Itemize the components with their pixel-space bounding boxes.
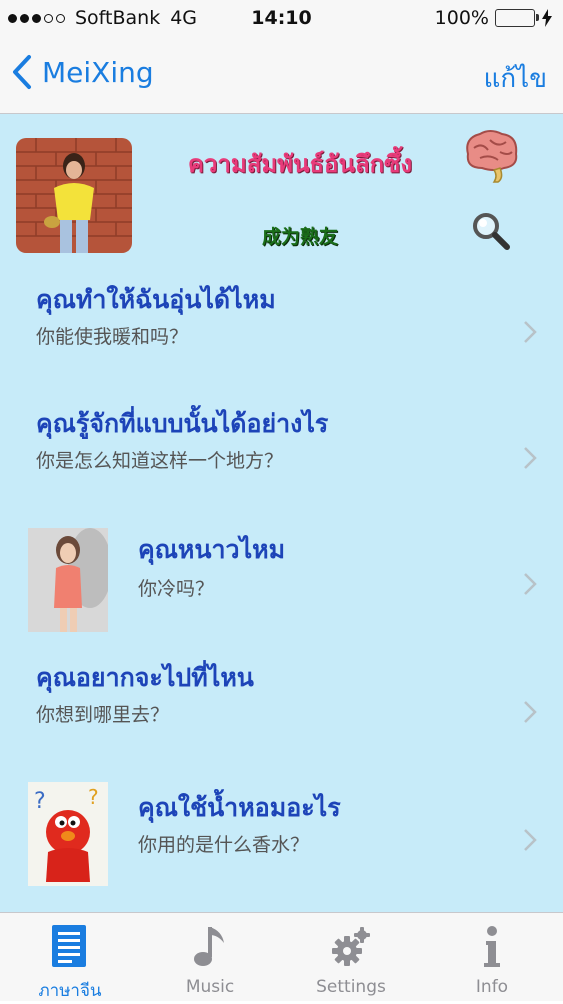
chevron-right-icon (524, 829, 537, 851)
chinese-phrase: 你用的是什么香水？ (138, 834, 310, 856)
thai-phrase: คุณทำให้ฉันอุ่นได้ไหม (36, 285, 276, 314)
battery-percent: 100% (434, 7, 489, 29)
chinese-phrase: 你能使我暖和吗？ (36, 326, 189, 348)
tab-label: Info (475, 977, 509, 997)
chevron-left-icon (13, 55, 31, 89)
svg-text:?: ? (88, 785, 99, 809)
gear-icon (332, 927, 370, 966)
thai-phrase: คุณรู้จักที่แบบนั้นได้อย่างไร (36, 409, 329, 438)
tab-info[interactable]: Info (422, 913, 562, 1001)
status-right: 100% (435, 7, 553, 29)
thai-phrase: คุณหนาวไหม (138, 535, 286, 564)
battery-icon (495, 9, 539, 27)
brain-icon (466, 130, 518, 183)
list-item[interactable]: คุณทำให้ฉันอุ่นได้ไหม 你能使我暖和吗？ (0, 264, 563, 364)
list-item[interactable]: ? ? คุณใช้น้ำหอมอะไร 你用的是什么香水？ (0, 770, 563, 900)
chevron-right-icon (524, 321, 537, 343)
info-icon (484, 926, 500, 967)
tab-thai-chinese[interactable]: ภาษาจีน (0, 913, 140, 1001)
header-subtitle: 成为熟友 (261, 226, 338, 248)
document-list-icon (52, 925, 86, 967)
charging-bolt-icon (542, 9, 552, 27)
tab-settings[interactable]: Settings (281, 913, 421, 1001)
list-item[interactable]: คุณรู้จักที่แบบนั้นได้อย่างไร 你是怎么知道这样一个… (0, 390, 563, 490)
status-bar: SoftBank 4G 14:10 100% (0, 0, 563, 38)
chevron-right-icon (524, 573, 537, 595)
tab-label: Settings (316, 977, 386, 997)
row-thumbnail: ? ? (28, 782, 108, 886)
row-thumbnail (28, 528, 108, 632)
music-note-icon (194, 927, 224, 966)
thai-phrase: คุณอยากจะไปที่ไหน (36, 663, 254, 692)
chinese-phrase: 你是怎么知道这样一个地方？ (36, 450, 284, 472)
search-icon[interactable] (470, 210, 512, 252)
chevron-right-icon (524, 447, 537, 469)
phrase-list: ความสัมพันธ์อันลึกซึ้ง 成为熟友 คุณทำให้ฉันอ… (0, 114, 563, 912)
tab-bar: ภาษาจีน Music Settings Info (0, 912, 563, 1001)
chinese-phrase: 你想到哪里去？ (36, 704, 170, 726)
thai-phrase: คุณใช้น้ำหอมอะไร (138, 793, 341, 822)
svg-text:?: ? (34, 789, 46, 814)
chinese-phrase: 你冷吗？ (138, 578, 215, 600)
header-title: ความสัมพันธ์อันลึกซึ้ง (187, 149, 413, 178)
back-label: MeiXing (42, 55, 154, 89)
list-item[interactable]: คุณหนาวไหม 你冷吗？ (0, 514, 563, 644)
chevron-right-icon (524, 701, 537, 723)
back-button[interactable]: MeiXing (10, 54, 154, 90)
edit-button[interactable]: แก้ไข (484, 58, 547, 99)
list-item[interactable]: คุณอยากจะไปที่ไหน 你想到哪里去？ (0, 644, 563, 744)
header-photo (16, 138, 132, 253)
navigation-bar: MeiXing แก้ไข (0, 38, 563, 114)
tab-label: Music (185, 977, 235, 997)
tab-music[interactable]: Music (140, 913, 280, 1001)
